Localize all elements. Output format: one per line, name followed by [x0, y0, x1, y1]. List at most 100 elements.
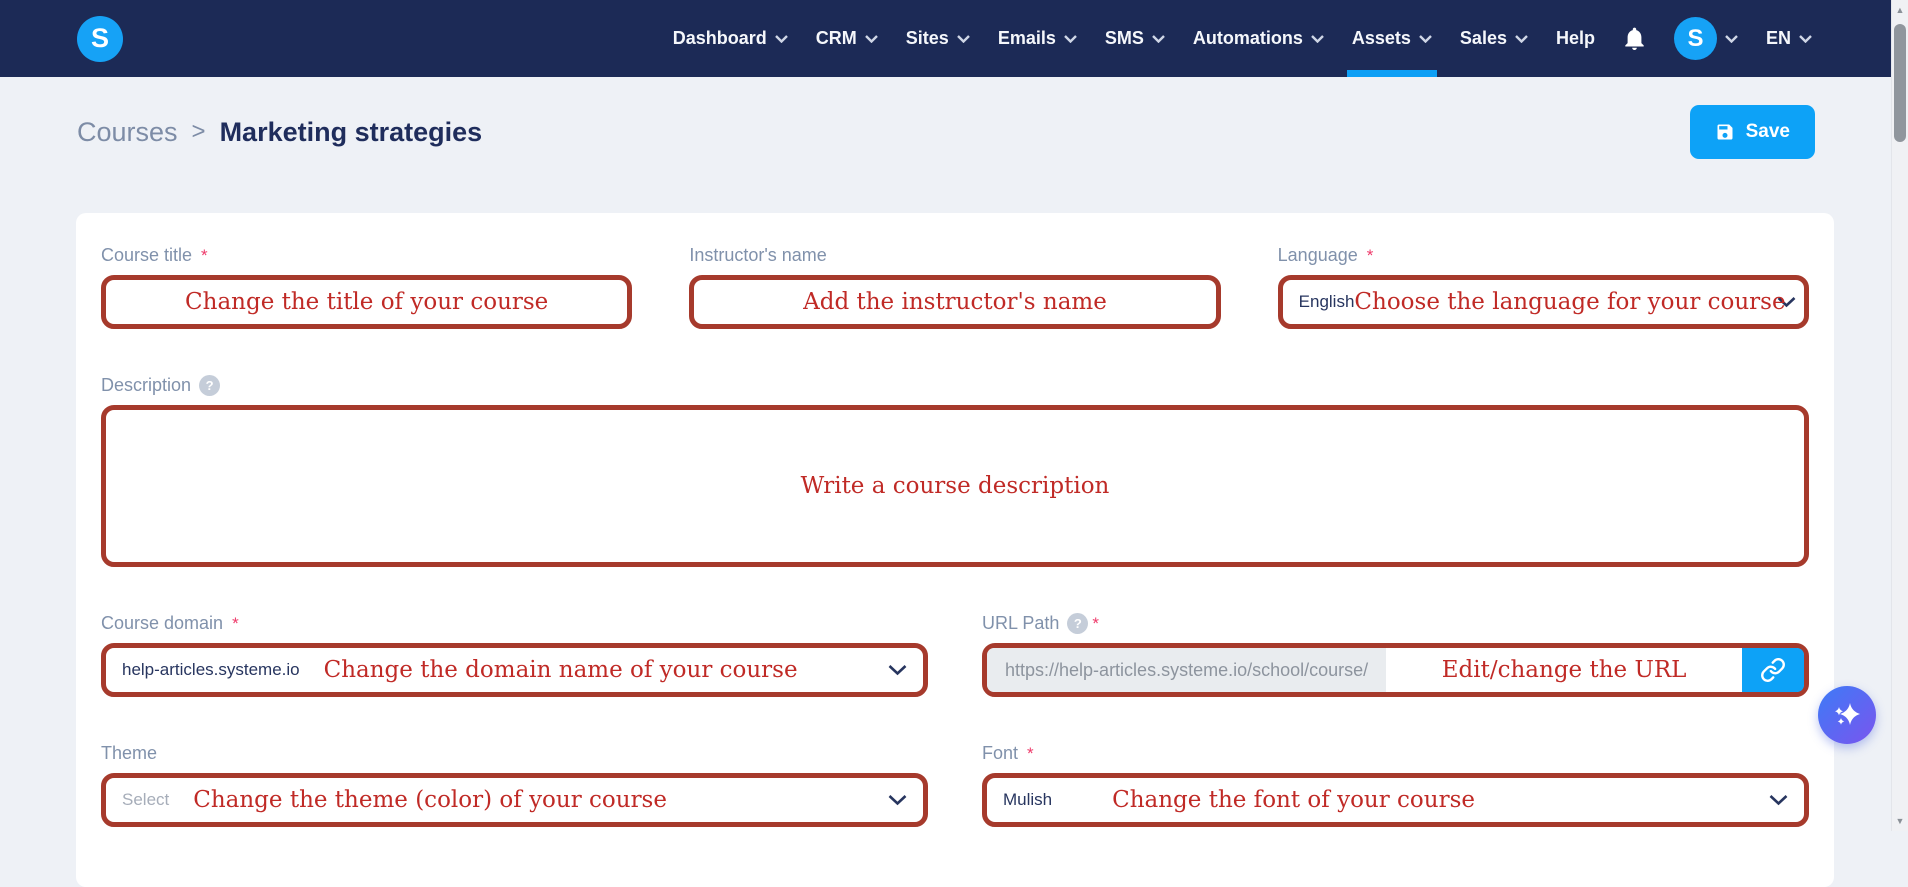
field-instructor-name: Instructor's name Add the instructor's n… [689, 245, 1221, 329]
course-domain-label: Course domain * [101, 613, 239, 633]
nav-item-label: Emails [997, 28, 1056, 48]
nav-item-label: Sites [905, 28, 949, 48]
nav-item-automations[interactable]: Automations [1193, 0, 1324, 77]
url-path-prefix: https://help-articles.systeme.io/school/… [987, 648, 1387, 692]
course-domain-select[interactable]: help-articles.systeme.io Change the doma… [101, 643, 928, 697]
avatar-letter: S [1687, 24, 1704, 52]
copy-link-button[interactable] [1742, 648, 1804, 692]
help-icon[interactable]: ? [1067, 613, 1089, 634]
nav-item-assets[interactable]: Assets [1346, 0, 1437, 77]
nav-item-label: Dashboard [672, 28, 767, 48]
nav-menu: Dashboard CRM Sites Emails SMS Automatio… [673, 0, 1812, 77]
required-marker: * [232, 613, 239, 633]
chevron-down-icon [1064, 34, 1077, 43]
nav-item-label: SMS [1104, 28, 1144, 48]
course-title-label: Course title * [101, 245, 208, 265]
locale-label: EN [1765, 28, 1791, 48]
url-path-input[interactable]: Edit/change the URL [1386, 657, 1742, 683]
font-label: Font * [982, 743, 1034, 763]
top-nav: S Dashboard CRM Sites Emails SMS Automat… [0, 0, 1908, 77]
description-textarea[interactable]: Write a course description [101, 405, 1809, 567]
annotation-description: Write a course description [800, 473, 1110, 499]
nav-item-label: CRM [815, 28, 857, 48]
font-select[interactable]: Mulish Change the font of your course [982, 773, 1809, 827]
theme-placeholder: Select [122, 790, 170, 809]
chevron-down-icon [956, 34, 970, 43]
notifications-bell-icon[interactable] [1623, 26, 1646, 51]
annotation-theme: Change the theme (color) of your course [193, 787, 667, 813]
font-value: Mulish [1003, 790, 1053, 809]
vertical-scrollbar: ▲ ▼ [1891, 0, 1908, 831]
theme-select[interactable]: Select Change the theme (color) of your … [101, 773, 928, 827]
nav-item-sales[interactable]: Sales [1460, 0, 1528, 77]
scrollbar-thumb[interactable] [1894, 24, 1906, 142]
nav-item-sms[interactable]: SMS [1105, 0, 1165, 77]
language-select[interactable]: English Choose the language for your cou… [1277, 275, 1809, 329]
chevron-down-icon [888, 795, 907, 806]
required-marker: * [1366, 245, 1374, 265]
instructor-name-label: Instructor's name [689, 245, 827, 265]
breadcrumb-courses-link[interactable]: Courses [77, 117, 178, 148]
field-url-path: URL Path ? * https://help-articles.system… [982, 613, 1809, 697]
scroll-up-arrow[interactable]: ▲ [1892, 2, 1908, 18]
nav-item-help[interactable]: Help [1556, 0, 1595, 77]
annotation-font: Change the font of your course [1112, 787, 1475, 813]
link-icon [1761, 658, 1785, 682]
chevron-down-icon [774, 34, 788, 43]
nav-item-label: Sales [1459, 28, 1507, 48]
sparkles-icon [1835, 703, 1860, 725]
nav-item-emails[interactable]: Emails [998, 0, 1077, 77]
field-font: Font * Mulish Change the font of your cou… [982, 743, 1809, 827]
save-button[interactable]: Save [1689, 105, 1815, 159]
theme-label: Theme [101, 743, 158, 763]
nav-item-sites[interactable]: Sites [906, 0, 970, 77]
nav-item-label: Automations [1192, 28, 1303, 48]
chevron-down-icon [1152, 34, 1165, 43]
field-language: Language * English Choose the language fo… [1277, 245, 1809, 329]
course-domain-value: help-articles.systeme.io [122, 660, 300, 679]
field-description: Description ? Write a course description [101, 375, 1809, 567]
description-label: Description ? [101, 375, 1809, 396]
chevron-down-icon [1311, 34, 1324, 43]
help-icon[interactable]: ? [199, 375, 221, 396]
course-settings-card: Course title * Change the title of your c… [76, 213, 1834, 887]
field-course-domain: Course domain * help-articles.systeme.io … [101, 613, 928, 697]
annotation-url-path: Edit/change the URL [1441, 657, 1687, 683]
url-path-label: URL Path ? * [982, 613, 1099, 634]
language-value: English [1298, 292, 1355, 311]
annotation-course-domain: Change the domain name of your course [323, 657, 798, 683]
app-logo-letter: S [90, 23, 109, 53]
nav-item-dashboard[interactable]: Dashboard [673, 0, 788, 77]
nav-item-label: Help [1555, 28, 1595, 48]
chevron-down-icon [864, 34, 878, 43]
nav-item-crm[interactable]: CRM [816, 0, 878, 77]
url-path-input-group: https://help-articles.systeme.io/school/… [982, 643, 1809, 697]
ai-assistant-button[interactable] [1818, 686, 1876, 744]
user-avatar: S [1673, 17, 1717, 60]
required-marker: * [1027, 743, 1034, 763]
chevron-down-icon [1725, 34, 1738, 43]
save-button-label: Save [1745, 121, 1790, 142]
field-course-title: Course title * Change the title of your c… [101, 245, 633, 329]
annotation-instructor-name: Add the instructor's name [803, 289, 1107, 315]
chevron-down-icon [888, 665, 907, 676]
language-switcher[interactable]: EN [1766, 28, 1812, 49]
instructor-name-input[interactable]: Add the instructor's name [689, 275, 1221, 329]
chevron-down-icon [1515, 34, 1528, 43]
breadcrumb: Courses > Marketing strategies [77, 117, 482, 148]
scroll-down-arrow[interactable]: ▼ [1892, 813, 1908, 829]
page-header: Courses > Marketing strategies Save [0, 77, 1908, 159]
annotation-course-title: Change the title of your course [185, 289, 549, 315]
language-label: Language * [1277, 245, 1374, 265]
user-menu[interactable]: S [1673, 17, 1738, 60]
breadcrumb-separator: > [191, 118, 206, 145]
chevron-down-icon [1799, 34, 1812, 43]
app-logo[interactable]: S [77, 15, 123, 62]
page-title: Marketing strategies [219, 116, 483, 147]
required-marker: * [201, 245, 208, 265]
save-floppy-icon [1717, 124, 1733, 140]
required-marker: * [1092, 613, 1099, 633]
course-title-input[interactable]: Change the title of your course [101, 275, 633, 329]
annotation-language: Choose the language for your course [1354, 289, 1786, 315]
chevron-down-icon [1419, 34, 1432, 43]
